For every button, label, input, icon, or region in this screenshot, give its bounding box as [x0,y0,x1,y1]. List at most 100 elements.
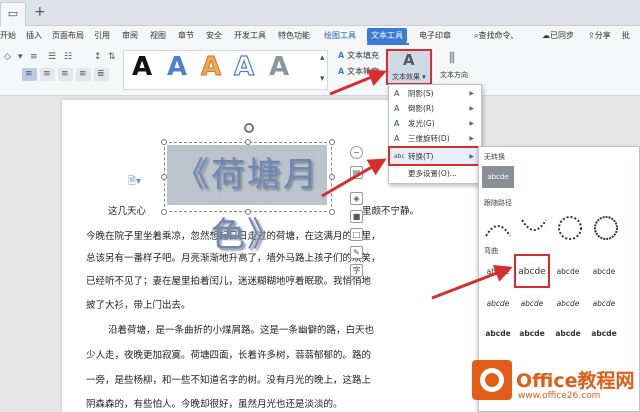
text-effect-icon: A [403,51,415,69]
resize-handle[interactable] [161,209,167,215]
bullet-list-icon[interactable]: ☰ [48,52,56,62]
new-tab-button[interactable]: + [34,5,46,19]
tab-review[interactable]: 审阅 [122,30,138,42]
warp-item[interactable]: abcde [482,261,514,283]
outline-icon[interactable]: □ [350,228,363,241]
tab-e-seal[interactable]: 电子印章 [419,30,451,42]
transform-icon: abc [394,153,405,160]
menu-item-3d-rotation[interactable]: A 三维旋转(D) ▶ [392,131,480,146]
tab-developer[interactable]: 开发工具 [234,30,266,42]
warp-item[interactable]: abcde [588,261,620,283]
share-icon: ⇪ [588,31,595,40]
style-gray[interactable]: A [269,52,289,82]
wordart-text[interactable]: 《荷塘月色》 [167,145,327,255]
eraser-icon[interactable]: ◇ [4,52,11,62]
align-center-button[interactable]: ≡ [40,68,55,81]
chevron-right-icon: ▶ [469,120,474,127]
align-center-icon: ≡ [43,69,51,79]
style-outline-blue[interactable]: A [233,51,254,82]
tab-bar [0,0,640,26]
warp-item[interactable]: abcde [516,323,548,345]
warp-item[interactable]: abcde [516,293,548,315]
resize-handle[interactable] [245,139,251,145]
no-transform-item[interactable]: abcde [482,166,514,188]
text-outline-icon: A [338,67,347,76]
resize-handle[interactable] [329,174,335,180]
menu-item-more-settings[interactable]: 更多设置(O)... [392,166,480,181]
style-blue[interactable]: A [167,52,187,82]
share-button[interactable]: ⇪分享 [588,30,611,42]
tab-features[interactable]: 特色功能 [278,30,310,42]
resize-handle[interactable] [329,209,335,215]
tab-view[interactable]: 视图 [150,30,166,42]
path-arc-up[interactable] [485,225,511,237]
batch-button[interactable]: 批 [622,30,630,42]
justify-button[interactable]: ≡ [76,68,91,81]
text-outline-button[interactable]: A 文本轮廓 [338,66,379,77]
tab-chapter[interactable]: 章节 [178,30,194,42]
document-tab[interactable]: ▭ [0,2,26,26]
sync-status[interactable]: ☁已同步 [542,30,574,42]
warp-item[interactable]: abcde [482,293,514,315]
gallery-down-icon[interactable]: ▾ [320,74,325,84]
menu-item-transform[interactable]: abc 转换(T) ▶ [392,149,480,164]
warp-item[interactable]: abcde [552,323,584,345]
path-button[interactable] [594,216,618,240]
gallery-up-icon[interactable]: ▴ [320,53,325,63]
anchor-icon[interactable]: 🗎▾ [128,174,141,191]
style-orange[interactable]: A [200,52,221,83]
tab-insert[interactable]: 插入 [26,30,42,42]
shape-fill-icon[interactable]: ■ [350,210,363,223]
text-line: 少人走，夜晚更加寂寞。荷塘四面，长着许多树，蓊蓊郁郁的。路的 [86,350,372,361]
warp-item[interactable]: abcde [552,261,584,283]
path-arc-down[interactable] [521,219,547,231]
align-right-button[interactable]: ≡ [58,68,73,81]
resize-handle[interactable] [245,209,251,215]
fill-icon[interactable]: ◈ [350,192,363,205]
warp-item[interactable]: abcde [588,323,620,345]
section-warp: 弯曲 [484,247,498,255]
resize-handle[interactable] [161,139,167,145]
style-black[interactable]: A [132,52,152,82]
glow-icon: A [394,119,400,128]
warp-item[interactable]: abcde [516,261,548,283]
search-command[interactable]: ⌕查找命令、 [474,30,518,42]
menu-item-reflection[interactable]: A 倒影(R) ▶ [392,101,480,116]
tab-drawing-tools[interactable]: 绘图工具 [324,30,356,42]
menu-item-glow[interactable]: A 发光(G) ▶ [392,116,480,131]
chevron-down-icon[interactable]: ▾ [18,52,23,62]
indent-icon[interactable]: ≡ [30,52,38,62]
line-spacing-icon[interactable]: ↕ [94,52,102,62]
text-direction-label[interactable]: 文本方向 [440,70,468,80]
pen-icon[interactable]: ✎ [350,246,363,259]
align-left-button[interactable]: ≡ [22,68,37,81]
watermark-logo-ring [480,368,504,392]
warp-item[interactable]: abcde [588,293,620,315]
text-fill-button[interactable]: A 文本填充 [338,50,379,61]
align-left-icon: ≡ [25,69,33,79]
section-no-transform: 无转换 [484,153,505,161]
resize-handle[interactable] [329,139,335,145]
warp-item[interactable]: abcde [482,323,514,345]
menu-item-shadow[interactable]: A 阴影(S) ▶ [392,86,480,101]
text-format-icon[interactable]: 字 [350,264,363,277]
warp-item[interactable]: abcde [552,293,584,315]
distribute-button[interactable]: ≣ [94,68,109,81]
text-direction-icon[interactable]: ⫼ [449,51,455,66]
tab-references[interactable]: 引用 [94,30,110,42]
text-line: 一旁，是些杨柳，和一些不知道名字的树。没有月光的晚上，这路上 [86,375,372,386]
tab-page-layout[interactable]: 页面布局 [52,30,84,42]
align-right-icon: ≡ [61,69,69,79]
tab-start[interactable]: 开始 [0,30,16,42]
tab-text-tools[interactable]: 文本工具 [367,28,407,43]
numbered-list-icon[interactable]: ☷ [64,52,72,62]
chevron-right-icon: ▶ [469,105,474,112]
sort-icon[interactable]: ⇅ [108,52,116,62]
tab-security[interactable]: 安全 [206,30,222,42]
collapse-icon[interactable]: − [350,146,363,159]
ribbon-tabs: 开始 插入 页面布局 引用 审阅 视图 章节 安全 开发工具 特色功能 绘图工具… [0,26,640,46]
rotate-handle[interactable] [244,123,254,133]
resize-handle[interactable] [161,174,167,180]
path-circle[interactable] [558,216,582,240]
layout-options-icon[interactable]: ▤ [350,166,363,179]
